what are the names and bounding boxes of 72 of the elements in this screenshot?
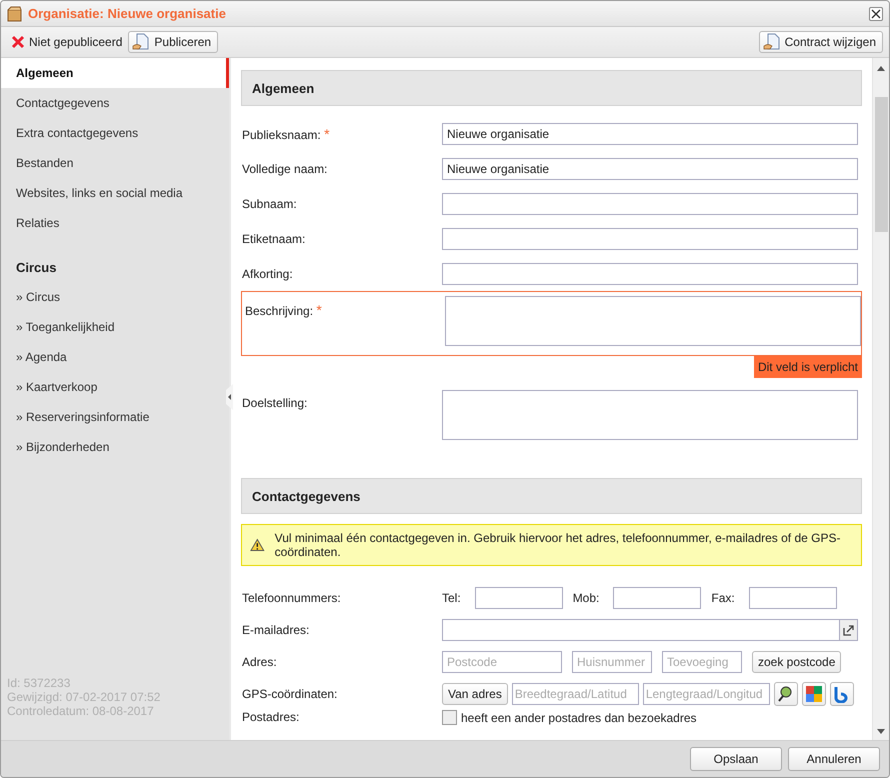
text-field[interactable]: [442, 228, 858, 250]
window-title: Organisatie: Nieuwe organisatie: [28, 6, 227, 21]
sidebar-item[interactable]: » Kaartverkoop: [1, 372, 229, 402]
from-address-button[interactable]: Van adres: [442, 683, 508, 705]
warning-icon: [250, 538, 265, 552]
box-icon: [7, 6, 23, 22]
text-area[interactable]: [445, 296, 861, 346]
sidebar-heading: Circus: [15, 259, 58, 277]
phone-field[interactable]: [474, 587, 563, 609]
field-label: Publieksnaam: *: [241, 126, 331, 142]
address-field[interactable]: Postcode: [442, 651, 562, 673]
document-hand-icon: [132, 33, 150, 51]
section-header: Contactgegevens: [241, 478, 862, 514]
field-label: Volledige naam:: [241, 162, 328, 176]
error-message: Dit veld is verplicht: [754, 356, 862, 378]
sidebar-item[interactable]: Algemeen: [1, 58, 229, 88]
phone-field[interactable]: [748, 587, 837, 609]
text-field[interactable]: [442, 192, 858, 214]
save-button[interactable]: Opslaan: [690, 747, 782, 771]
publish-button[interactable]: Publiceren: [128, 31, 218, 53]
cancel-button[interactable]: Annuleren: [788, 747, 880, 771]
scroll-down-icon[interactable]: [877, 729, 885, 734]
map-search-icon[interactable]: [774, 682, 798, 706]
address-field[interactable]: Toevoeging: [662, 651, 742, 673]
sidebar-item[interactable]: Contactgegevens: [1, 88, 229, 118]
field-label: Postadres:: [241, 710, 300, 724]
phone-label: Tel:: [442, 591, 461, 605]
field-label: GPS-coördinaten:: [241, 687, 338, 701]
field-label: E-mailadres:: [241, 623, 310, 637]
external-link-icon[interactable]: [840, 619, 858, 641]
text-field[interactable]: [442, 262, 858, 284]
field-label: Etiketnaam:: [241, 232, 306, 246]
field-label: Beschrijving: *: [244, 301, 323, 318]
sidebar-item[interactable]: Bestanden: [1, 148, 229, 178]
contract-button[interactable]: Contract wijzigen: [758, 31, 883, 53]
section-header: Algemeen: [241, 70, 862, 106]
required-marker: *: [316, 302, 322, 318]
scrollbar[interactable]: [872, 58, 889, 740]
phone-label: Mob:: [572, 591, 600, 605]
close-icon[interactable]: [869, 6, 883, 20]
address-field[interactable]: Huisnummer: [572, 651, 652, 673]
email-field[interactable]: [442, 619, 840, 641]
search-postcode-button[interactable]: zoek postcode: [752, 651, 842, 673]
required-marker: *: [324, 126, 330, 142]
checkbox-label: heeft een ander postadres dan bezoekadres: [461, 710, 697, 724]
collapse-handle-icon[interactable]: [226, 384, 233, 410]
field-label: Subnaam:: [241, 196, 298, 210]
phone-field[interactable]: [613, 587, 702, 609]
field-label: Adres:: [241, 655, 278, 669]
sidebar-item[interactable]: » Agenda: [1, 342, 229, 372]
text-area[interactable]: [442, 390, 858, 440]
field-label: Telefoonnummers:: [241, 591, 342, 605]
coordinate-field[interactable]: Lengtegraad/Longitud: [642, 683, 770, 705]
field-label: Afkorting:: [241, 266, 294, 280]
sidebar-item[interactable]: » Circus: [1, 282, 229, 312]
status-label: Niet gepubliceerd: [29, 35, 122, 49]
sidebar-item[interactable]: Extra contactgegevens: [1, 118, 229, 148]
sidebar-item[interactable]: Relaties: [1, 208, 229, 238]
sidebar-item[interactable]: » Reserveringsinformatie: [1, 402, 229, 432]
coordinate-field[interactable]: Breedtegraad/Latitud: [512, 683, 639, 705]
notice-text: Vul minimaal één contactgegeven in. Gebruik hiervoor het adres, telefoonnummer, e-mailadres of de GPS-coördinaten.: [274, 531, 842, 559]
checkbox[interactable]: [442, 710, 457, 725]
scroll-up-icon[interactable]: [877, 66, 885, 71]
text-field[interactable]: Nieuwe organisatie: [442, 158, 858, 180]
sidebar-item[interactable]: » Bijzonderheden: [1, 432, 229, 462]
phone-label: Fax:: [711, 591, 735, 605]
text-field[interactable]: Nieuwe organisatie: [442, 122, 858, 144]
sidebar-item[interactable]: » Toegankelijkheid: [1, 312, 229, 342]
document-hand-icon: [762, 33, 781, 51]
sidebar-item[interactable]: Websites, links en social media: [1, 178, 229, 208]
scroll-thumb[interactable]: [874, 97, 888, 232]
field-label: Doelstelling:: [241, 395, 308, 410]
